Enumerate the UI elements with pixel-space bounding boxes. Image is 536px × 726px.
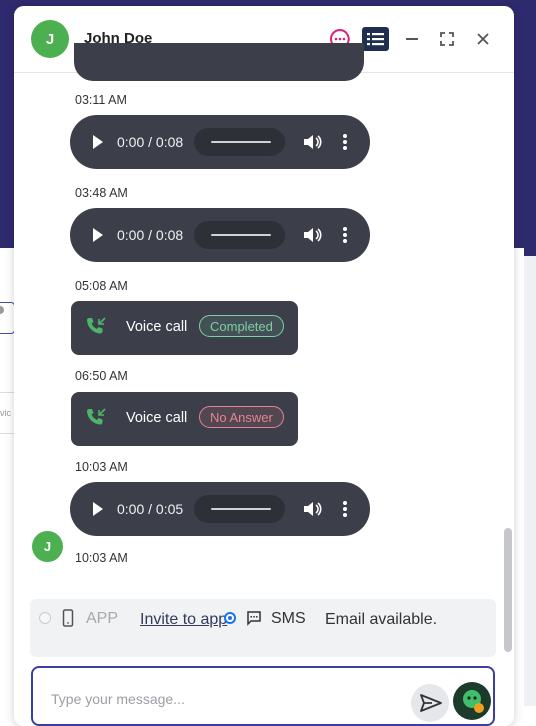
- incoming-call-icon: [85, 316, 107, 338]
- audio-message-partial: [74, 43, 364, 81]
- app-channel-radio[interactable]: [39, 612, 51, 624]
- audio-time: 0:00 / 0:05: [117, 501, 184, 517]
- call-status-badge: Completed: [199, 315, 284, 337]
- call-status-badge: No Answer: [199, 406, 284, 428]
- incoming-call-icon: [85, 407, 107, 429]
- invite-to-app-link[interactable]: Invite to app: [140, 611, 227, 629]
- volume-icon[interactable]: [302, 225, 322, 245]
- audio-seek-bar[interactable]: [194, 128, 285, 156]
- more-options-icon[interactable]: [342, 225, 348, 245]
- email-availability-note: Email available.: [325, 611, 438, 628]
- sms-channel-label: SMS: [271, 610, 306, 627]
- message-list: 03:11 AM 0:00 / 0:08 03:48 AM 0:00 / 0:0…: [14, 43, 514, 652]
- message-timestamp: 05:08 AM: [75, 279, 128, 293]
- background-page-edge-top: [524, 0, 536, 256]
- expand-icon[interactable]: [435, 27, 459, 51]
- audio-seek-bar[interactable]: [194, 221, 285, 249]
- list-view-icon[interactable]: [362, 27, 389, 51]
- message-timestamp: 03:48 AM: [75, 186, 128, 200]
- message-input[interactable]: [51, 688, 391, 710]
- voice-call-message: Voice call Completed: [71, 301, 298, 355]
- sms-channel-radio[interactable]: [224, 612, 236, 624]
- play-icon[interactable]: [90, 499, 106, 519]
- app-channel-label: APP: [86, 610, 119, 627]
- call-label: Voice call: [126, 319, 188, 335]
- sms-message-icon: [246, 610, 262, 626]
- audio-message: 0:00 / 0:08: [70, 115, 370, 169]
- message-timestamp: 10:03 AM: [75, 460, 128, 474]
- volume-icon[interactable]: [302, 499, 322, 519]
- more-options-icon[interactable]: [342, 132, 348, 152]
- background-tab-edge: vic: [0, 392, 14, 434]
- audio-time: 0:00 / 0:08: [117, 134, 184, 150]
- voice-call-message: Voice call No Answer: [71, 392, 298, 446]
- contact-avatar: J: [31, 20, 69, 58]
- message-timestamp: 03:11 AM: [75, 93, 127, 107]
- close-icon[interactable]: [471, 27, 495, 51]
- channel-selector: APP Invite to app SMS Email available.: [30, 599, 496, 657]
- chat-widget: J John Doe 03:11 AM 0:00 / 0:08 03:48 AM…: [14, 6, 514, 726]
- play-icon[interactable]: [90, 132, 106, 152]
- mobile-phone-icon: [62, 609, 74, 627]
- sender-avatar: J: [32, 531, 63, 562]
- audio-message: 0:00 / 0:08: [70, 208, 370, 262]
- message-timestamp: 10:03 AM: [75, 551, 128, 565]
- minimize-icon[interactable]: [400, 27, 424, 51]
- play-icon[interactable]: [90, 225, 106, 245]
- audio-message: 0:00 / 0:05: [70, 482, 370, 536]
- message-timestamp: 06:50 AM: [75, 369, 128, 383]
- send-button[interactable]: [411, 684, 449, 722]
- message-composer: [31, 666, 495, 726]
- assistant-bot-icon[interactable]: [453, 682, 491, 720]
- more-options-icon[interactable]: [342, 499, 348, 519]
- audio-time: 0:00 / 0:08: [117, 227, 184, 243]
- chat-scrollbar[interactable]: [504, 528, 512, 652]
- audio-seek-bar[interactable]: [194, 495, 285, 523]
- call-label: Voice call: [126, 410, 188, 426]
- volume-icon[interactable]: [302, 132, 322, 152]
